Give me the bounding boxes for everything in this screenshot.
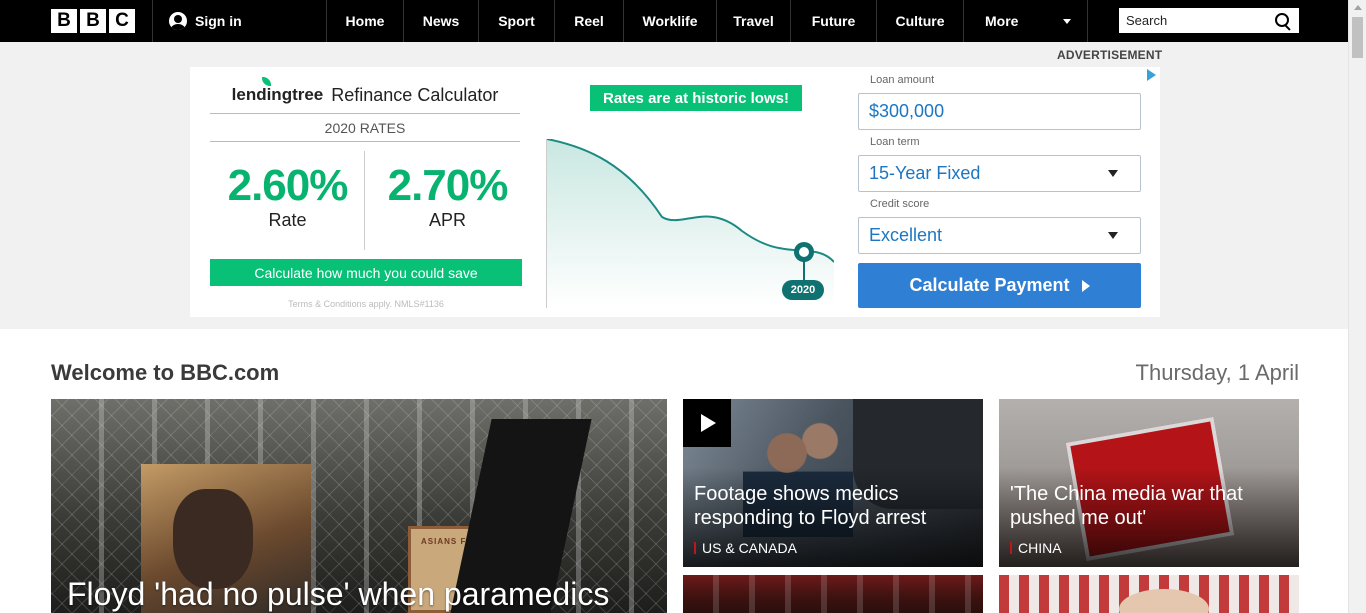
logo-letter-b1: B [51, 9, 77, 33]
logo-letter-b2: B [80, 9, 106, 33]
hero-story-title[interactable]: Floyd 'had no pulse' when paramedics [67, 576, 609, 613]
ad-title: Refinance Calculator [331, 84, 499, 105]
main-content: Welcome to BBC.com Thursday, 1 April ASI… [0, 329, 1348, 613]
credit-score-value: Excellent [869, 225, 943, 245]
nav-item-worklife[interactable]: Worklife [623, 0, 716, 42]
story-card-partial[interactable] [683, 575, 983, 613]
loan-amount-field[interactable]: $300,000 [858, 93, 1141, 130]
user-icon [169, 12, 187, 30]
lendingtree-logo: lendingtree [231, 77, 324, 105]
story-section-label: CHINA [1018, 540, 1062, 556]
calculate-savings-button[interactable]: Calculate how much you could save [210, 259, 522, 286]
vertical-scrollbar[interactable] [1348, 0, 1366, 613]
chart-year-badge: 2020 [782, 280, 824, 300]
loan-amount-value: $300,000 [869, 101, 945, 121]
bbc-logo[interactable]: B B C [51, 0, 152, 42]
nav-links: Home News Sport Reel Worklife Travel Fut… [326, 0, 1088, 42]
calculate-payment-label: Calculate Payment [909, 275, 1070, 295]
adchoices-icon[interactable] [1147, 69, 1156, 81]
story-section-tag[interactable]: US & CANADA [694, 540, 797, 556]
play-arrow-icon [1081, 279, 1090, 292]
chevron-down-icon [1108, 232, 1118, 239]
nav-item-news[interactable]: News [403, 0, 478, 42]
historic-lows-banner: Rates are at historic lows! [590, 85, 802, 111]
search-icon[interactable] [1274, 12, 1292, 30]
loan-amount-label: Loan amount [870, 74, 935, 86]
story-image-face [1119, 589, 1209, 613]
tag-bar-icon [694, 542, 696, 554]
apr-block: 2.70% APR [370, 162, 525, 231]
nav-more-label: More [985, 13, 1019, 29]
loan-term-label: Loan term [870, 136, 920, 148]
story-image-stripes [683, 575, 983, 613]
credit-score-label: Credit score [870, 198, 930, 210]
nav-item-home[interactable]: Home [326, 0, 403, 42]
apr-value: 2.70% [387, 161, 509, 210]
story-section-tag[interactable]: CHINA [1010, 540, 1062, 556]
story-title[interactable]: 'The China media war that pushed me out' [1010, 482, 1290, 530]
rate-block: 2.60% Rate [210, 162, 365, 231]
logo-letter-c: C [109, 9, 135, 33]
nav-item-sport[interactable]: Sport [478, 0, 554, 42]
chevron-down-icon [1108, 170, 1118, 177]
nav-more-menu[interactable]: More [963, 0, 1088, 42]
lendingtree-header: lendingtree Refinance Calculator [210, 77, 520, 114]
rate-divider [364, 151, 365, 250]
story-section-label: US & CANADA [702, 540, 797, 556]
nav-item-culture[interactable]: Culture [876, 0, 963, 42]
play-icon [701, 414, 716, 432]
top-navigation: B B C Sign in Home News Sport Reel Workl… [0, 0, 1348, 42]
page-title: Welcome to BBC.com [51, 360, 280, 385]
sign-in-label: Sign in [195, 13, 242, 29]
lendingtree-brand: lendingtree [231, 85, 324, 104]
apr-caption: APR [428, 210, 466, 230]
current-date: Thursday, 1 April [1135, 360, 1299, 385]
terms-text[interactable]: Terms & Conditions apply. NMLS#1136 [210, 299, 522, 309]
scroll-up-arrow-icon[interactable] [1354, 5, 1362, 10]
hero-story-card[interactable]: ASIANS FOR Floyd 'had no pulse' when par… [51, 399, 667, 613]
calculate-payment-button[interactable]: Calculate Payment [858, 263, 1141, 308]
video-play-button[interactable] [683, 399, 731, 447]
nav-item-future[interactable]: Future [790, 0, 876, 42]
search-placeholder: Search [1126, 13, 1168, 28]
tag-bar-icon [1010, 542, 1012, 554]
story-card[interactable]: Footage shows medics responding to Floyd… [683, 399, 983, 567]
loan-term-value: 15-Year Fixed [869, 163, 981, 183]
advertisement-label: ADVERTISEMENT [1057, 48, 1163, 62]
rates-year-label: 2020 RATES [210, 115, 520, 142]
rate-value: 2.60% [227, 161, 349, 210]
credit-score-select[interactable]: Excellent [858, 217, 1141, 254]
story-card[interactable]: 'The China media war that pushed me out'… [999, 399, 1299, 567]
story-card-partial[interactable] [999, 575, 1299, 613]
search-input[interactable]: Search [1119, 8, 1299, 33]
chevron-down-icon [1063, 18, 1071, 24]
nav-item-reel[interactable]: Reel [554, 0, 623, 42]
advertisement-banner[interactable]: lendingtree Refinance Calculator 2020 RA… [190, 67, 1160, 317]
story-title[interactable]: Footage shows medics responding to Floyd… [694, 482, 974, 530]
sign-in-link[interactable]: Sign in [152, 0, 326, 42]
nav-item-travel[interactable]: Travel [716, 0, 790, 42]
loan-term-select[interactable]: 15-Year Fixed [858, 155, 1141, 192]
rate-caption: Rate [268, 210, 307, 230]
scrollbar-thumb[interactable] [1352, 17, 1363, 58]
hero-image-face [173, 489, 253, 589]
